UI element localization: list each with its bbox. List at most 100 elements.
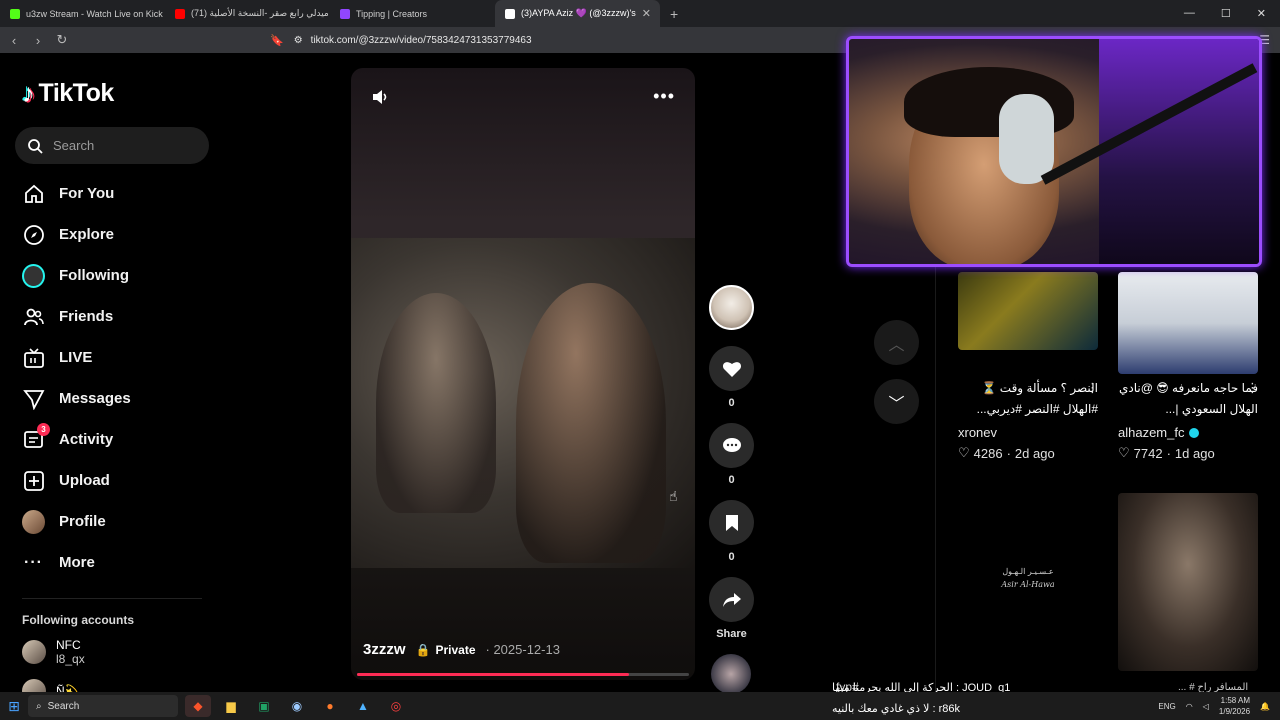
nav-following[interactable]: Following	[0, 255, 230, 296]
nav-upload[interactable]: Upload	[0, 460, 230, 501]
card-username[interactable]: alhazem_fc	[1118, 425, 1200, 440]
search-icon: ⌕	[36, 700, 42, 712]
nav-friends[interactable]: Friends	[0, 296, 230, 337]
video-thumbnail[interactable]	[1118, 272, 1258, 374]
nav-messages[interactable]: Messages	[0, 378, 230, 419]
reload-icon[interactable]: ↻	[52, 32, 72, 48]
clock[interactable]: 1:58 AM 1/9/2026	[1219, 695, 1250, 717]
wifi-icon[interactable]: ◠	[1186, 702, 1193, 711]
close-window-icon[interactable]: ✕	[1257, 7, 1266, 20]
search-input[interactable]: Search	[15, 127, 209, 164]
browser-tab-bar: u3zw Stream - Watch Live on Kick (71) مي…	[0, 0, 1280, 27]
nav-explore[interactable]: Explore	[0, 214, 230, 255]
minimize-icon[interactable]: —	[1184, 7, 1195, 20]
brave-icon[interactable]: ◆	[185, 695, 211, 717]
card-stats: ♡ 7742 · 1d ago	[1118, 445, 1215, 461]
nav-profile[interactable]: Profile	[0, 501, 230, 542]
save-action[interactable]: 0	[709, 500, 754, 563]
webcam-overlay	[846, 36, 1262, 267]
video-card-title[interactable]: النصر ؟ مسألة وقت ⏳ #الهلال #النصر #ديرب…	[958, 378, 1098, 420]
nav-more[interactable]: ··· More	[0, 542, 230, 583]
card-stats: ♡ 4286 · 2d ago	[958, 445, 1055, 461]
video-date: · 2025-12-13	[485, 642, 560, 657]
taskbar-search[interactable]: ⌕ Search	[28, 695, 178, 717]
heart-icon[interactable]	[709, 346, 754, 391]
system-tray: ENG ◠ ◁ 1:58 AM 1/9/2026 🔔	[1158, 695, 1280, 717]
url-field[interactable]: ⚙ tiktok.com/@3zzzw/video/758342473135377…	[294, 35, 532, 46]
windows-start-icon[interactable]: ⊞	[0, 698, 28, 715]
language-indicator[interactable]: ENG	[1158, 702, 1175, 711]
comment-icon[interactable]	[709, 423, 754, 468]
steam-icon[interactable]: ◉	[284, 695, 310, 717]
video-thumbnail[interactable]	[1118, 493, 1258, 671]
app-icon[interactable]: ●	[317, 695, 343, 717]
following-account[interactable]: NFC l8_qx	[22, 638, 85, 666]
video-card-title[interactable]: فما حاجه مانعرفه 😎 @نادي الهلال السعودي …	[1118, 378, 1258, 420]
nav-activity[interactable]: 3 Activity	[0, 419, 230, 460]
back-icon[interactable]: ‹	[4, 33, 24, 48]
comment-action[interactable]: 0	[709, 423, 754, 486]
youtube-favicon-icon	[175, 8, 185, 19]
obs-icon[interactable]: ◎	[383, 695, 409, 717]
video-progress-fill	[357, 673, 630, 676]
browser-tab[interactable]: (71) ميدلي رابع صقر -النسخة الأصلية	[165, 0, 330, 27]
mouse-cursor-icon: ☝	[669, 488, 678, 504]
chevron-up-icon[interactable]: ︿	[874, 320, 919, 365]
friends-icon	[22, 305, 45, 328]
nav-for-you[interactable]: For You	[0, 173, 230, 214]
following-icon	[22, 263, 45, 288]
notifications-icon[interactable]: 🔔	[1260, 702, 1270, 711]
photos-icon[interactable]: ▲	[350, 695, 376, 717]
excel-icon[interactable]: ▣	[251, 695, 277, 717]
browser-tab[interactable]: Tipping | Creators	[330, 0, 495, 27]
video-username[interactable]: 3zzzw	[363, 641, 406, 658]
video-actions: 0 0 0 Share	[709, 285, 754, 694]
heart-outline-icon: ♡	[958, 445, 970, 460]
speaker-icon[interactable]: ◁	[1203, 702, 1209, 711]
more-options-icon[interactable]: •••	[653, 86, 675, 107]
video-meta: 3zzzw 🔒 Private · 2025-12-13	[363, 641, 560, 658]
main-nav: For You Explore Following Friends LIVE M…	[0, 173, 230, 583]
file-explorer-icon[interactable]: ▆	[218, 695, 244, 717]
comment-count: 0	[728, 474, 735, 486]
bookmark-icon[interactable]	[709, 500, 754, 545]
tiktok-logo[interactable]: ♪ TikTok	[22, 78, 114, 109]
share-action[interactable]: Share	[709, 577, 754, 640]
site-info-icon[interactable]: ⚙	[294, 35, 303, 46]
music-disc-icon[interactable]	[711, 654, 751, 694]
taskbar: ⊞ ⌕ Search ◆ ▆ ▣ ◉ ● ▲ ◎ ENG ◠ ◁ 1:58 AM 1…	[0, 692, 1280, 720]
video-thumbnail[interactable]	[958, 272, 1098, 350]
forward-icon[interactable]: ›	[28, 33, 48, 48]
share-icon[interactable]	[709, 577, 754, 622]
kick-favicon-icon	[10, 8, 20, 19]
new-tab-button[interactable]: +	[660, 6, 688, 22]
video-thumbnail[interactable]: عـسـيـر الـهـول Asir Al-Hawa	[958, 493, 1098, 663]
video-player[interactable]: ••• 3zzzw 🔒 Private · 2025-12-13	[351, 68, 695, 680]
tiktok-favicon-icon	[505, 8, 515, 19]
bookmark-icon[interactable]: 🔖	[270, 34, 284, 47]
card-menu-icon[interactable]: ⋮	[1246, 380, 1259, 396]
close-tab-icon[interactable]: ✕	[642, 7, 651, 20]
share-label: Share	[716, 628, 747, 640]
creator-avatar[interactable]	[709, 285, 754, 330]
card-username[interactable]: xronev	[958, 425, 997, 440]
chevron-down-icon[interactable]: ﹀	[874, 379, 919, 424]
card-menu-icon[interactable]: ⋮	[1086, 380, 1099, 396]
tiktok-note-icon: ♪	[22, 78, 35, 108]
browser-tab[interactable]: u3zw Stream - Watch Live on Kick	[0, 0, 165, 27]
like-action[interactable]: 0	[709, 346, 754, 409]
messages-icon	[22, 387, 45, 410]
lock-icon: 🔒	[415, 642, 431, 657]
maximize-icon[interactable]: ☐	[1221, 7, 1231, 20]
home-icon	[22, 182, 45, 205]
feed-navigation: ︿ ﹀	[874, 320, 919, 438]
video-person	[516, 283, 666, 563]
avatar	[22, 640, 46, 664]
volume-icon[interactable]	[371, 88, 389, 111]
nav-live[interactable]: LIVE	[0, 337, 230, 378]
like-count: 0	[728, 397, 735, 409]
heart-outline-icon: ♡	[1118, 445, 1130, 460]
following-accounts-title: Following accounts	[22, 613, 135, 627]
browser-tab-active[interactable]: (3)AYPA Aziz 💜 (@3zzzw)'s ✕	[495, 0, 660, 27]
video-progress-bar[interactable]	[357, 673, 689, 676]
